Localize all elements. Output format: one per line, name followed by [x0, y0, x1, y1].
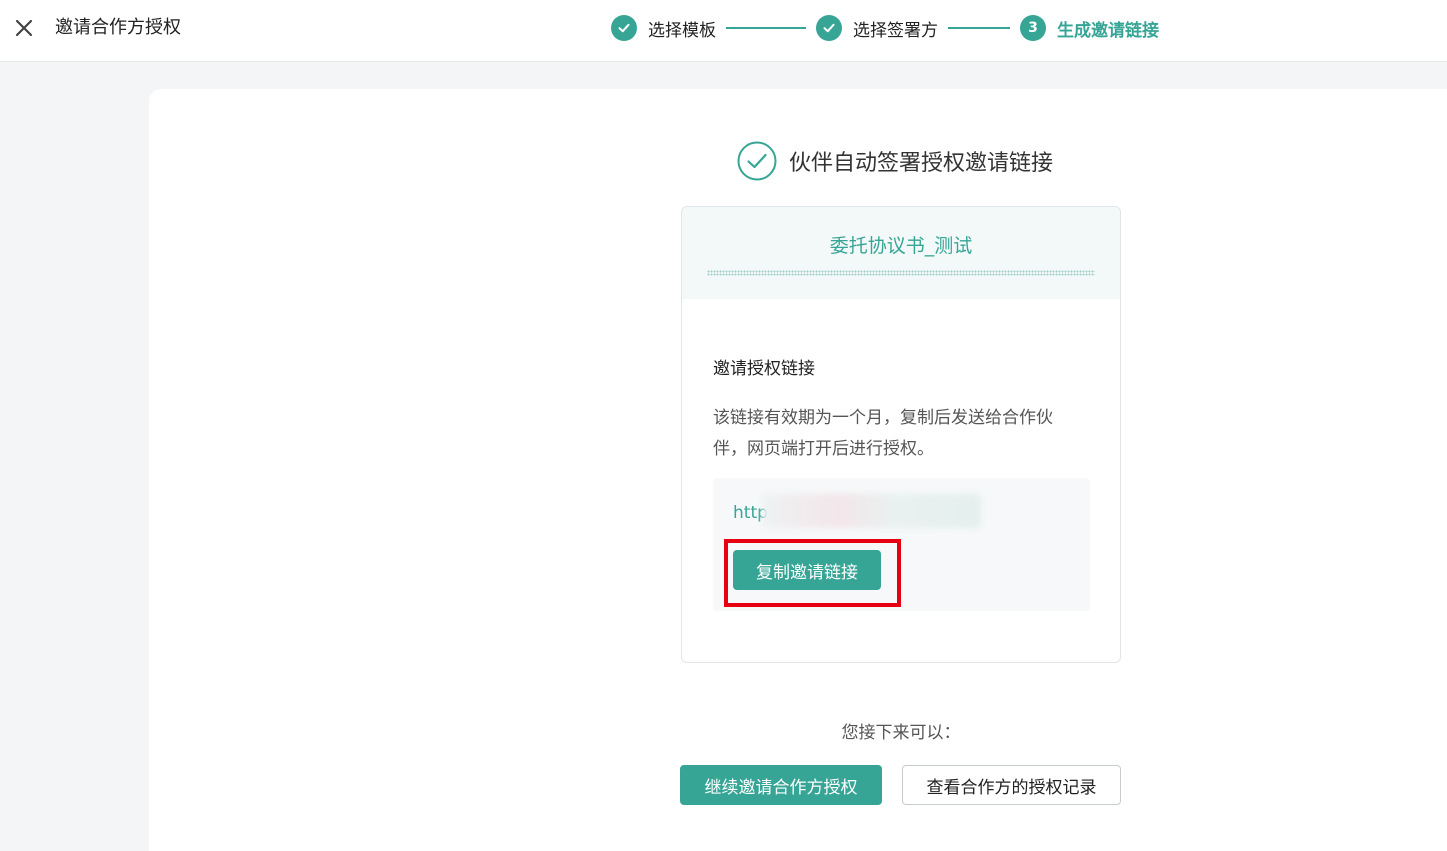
result-title: 伙伴自动签署授权邀请链接 — [789, 151, 1054, 176]
result-header: 伙伴自动签署授权邀请链接 — [737, 140, 1053, 182]
link-description: 该链接有效期为一个月，复制后发送给合作伙伴，网页端打开后进行授权。 — [713, 408, 1053, 459]
view-records-button[interactable]: 查看合作方的授权记录 — [902, 765, 1121, 805]
link-box: http 复制邀请链接 — [713, 478, 1090, 611]
template-name: 委托协议书_测试 — [829, 235, 973, 257]
step-connector — [726, 27, 806, 29]
step-label: 选择签署方 — [853, 20, 938, 41]
redacted-link — [763, 494, 981, 528]
check-icon — [816, 15, 842, 41]
close-icon[interactable] — [12, 16, 36, 40]
step-label: 选择模板 — [648, 20, 716, 41]
check-circle-icon — [737, 141, 777, 181]
step-2: 选择签署方 — [816, 15, 938, 41]
step-label: 生成邀请链接 — [1057, 20, 1159, 41]
page-title: 邀请合作方授权 — [55, 17, 181, 38]
step-connector — [948, 27, 1010, 29]
invite-card: 委托协议书_测试 邀请授权链接 该链接有效期为一个月，复制后发送给合作伙伴，网页… — [681, 206, 1121, 663]
stepper: 选择模板 选择签署方 3 生成邀请链接 — [611, 14, 1159, 42]
check-icon — [611, 15, 637, 41]
card-header: 委托协议书_测试 — [682, 207, 1120, 299]
section-title: 邀请授权链接 — [713, 359, 815, 379]
step-1: 选择模板 — [611, 15, 716, 41]
continue-invite-button[interactable]: 继续邀请合作方授权 — [680, 765, 882, 805]
dotted-divider — [707, 270, 1095, 276]
copy-link-button[interactable]: 复制邀请链接 — [733, 550, 881, 590]
next-steps-label: 您接下来可以： — [841, 723, 961, 743]
step-3: 3 生成邀请链接 — [1020, 15, 1159, 41]
step-number: 3 — [1020, 15, 1046, 41]
top-bar: 邀请合作方授权 选择模板 选择签署方 3 生成邀请链接 — [0, 0, 1447, 62]
